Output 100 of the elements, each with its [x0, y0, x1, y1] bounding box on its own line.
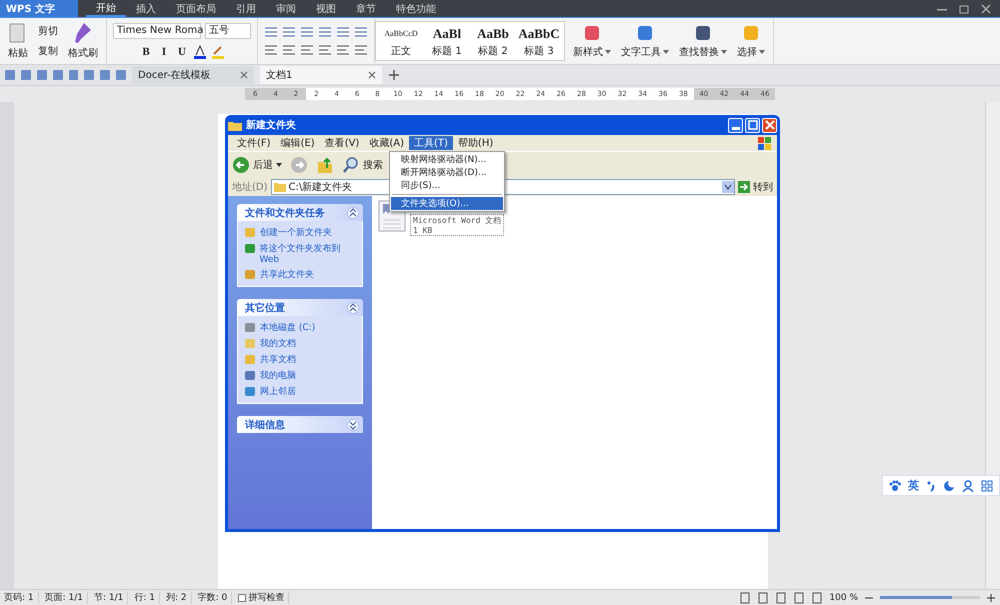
align-icon[interactable]: [264, 44, 278, 56]
close-button[interactable]: [762, 118, 777, 132]
document-tab[interactable]: 文档1: [260, 66, 382, 84]
toolbar-icon[interactable]: [83, 69, 94, 81]
align-icon[interactable]: [336, 44, 350, 56]
view-mode-icon[interactable]: [793, 592, 806, 604]
tool-button[interactable]: 选择: [735, 23, 767, 59]
task-link[interactable]: 我的电脑: [260, 369, 296, 382]
chevron-icon[interactable]: [347, 302, 359, 314]
maximize-button[interactable]: [745, 118, 760, 132]
menu-item[interactable]: 编辑(E): [276, 136, 320, 150]
app-menu-button[interactable]: WPS 文字: [0, 0, 78, 17]
ribbon-tab[interactable]: 视图: [306, 0, 346, 17]
task-link[interactable]: 将这个文件夹发布到Web: [260, 242, 356, 265]
zoom-in-icon[interactable]: [986, 592, 996, 602]
user-icon[interactable]: [962, 480, 974, 492]
menu-item[interactable]: 映射网络驱动器(N)...: [391, 153, 503, 166]
toolbar-icon[interactable]: [99, 69, 110, 81]
file-label[interactable]: Microsoft Word 文档 1 KB: [410, 214, 504, 236]
ribbon-tab[interactable]: 章节: [346, 0, 386, 17]
menu-item[interactable]: 文件(F): [232, 136, 276, 150]
ribbon-tab[interactable]: 引用: [226, 0, 266, 17]
back-button[interactable]: 后退: [232, 156, 282, 174]
menu-item[interactable]: 收藏(A): [364, 136, 409, 150]
menu-item[interactable]: 帮助(H): [452, 136, 498, 150]
spell-check-checkbox[interactable]: 拼写检查: [238, 591, 290, 604]
tool-button[interactable]: 文字工具: [619, 23, 671, 59]
align-icon[interactable]: [318, 44, 332, 56]
task-link[interactable]: 网上邻居: [260, 385, 296, 398]
menu-item[interactable]: 断开网络驱动器(D)...: [391, 166, 503, 179]
font-name-field[interactable]: Times New Roma: [113, 23, 201, 39]
menu-item[interactable]: 查看(V): [320, 136, 364, 150]
menu-item[interactable]: 文件夹选项(O)...: [391, 197, 503, 210]
search-button[interactable]: 搜索: [342, 156, 383, 174]
menu-item[interactable]: 工具(T): [409, 136, 453, 150]
view-mode-icon[interactable]: [775, 592, 788, 604]
toolbar-icon[interactable]: [115, 69, 126, 81]
toolbar-icon[interactable]: [4, 69, 15, 81]
close-icon[interactable]: [368, 71, 376, 79]
toolbar-icon[interactable]: [20, 69, 31, 81]
close-icon[interactable]: [980, 2, 992, 14]
view-mode-icon[interactable]: [739, 592, 752, 604]
task-link[interactable]: 共享文档: [260, 353, 296, 366]
punctuation-icon[interactable]: [926, 480, 936, 492]
view-mode-icon[interactable]: [757, 592, 770, 604]
restore-icon[interactable]: [958, 2, 970, 14]
toolbar-icon[interactable]: [68, 69, 78, 81]
language-indicator[interactable]: 英: [908, 478, 919, 493]
list-icon[interactable]: [300, 26, 314, 38]
list-icon[interactable]: [318, 26, 332, 38]
menu-item[interactable]: 同步(S)...: [391, 179, 503, 192]
ribbon-tab[interactable]: 插入: [126, 0, 166, 17]
style-preset[interactable]: AaBb 标题 2: [470, 24, 516, 58]
style-preset[interactable]: AaBbCcD 正文: [378, 24, 424, 58]
paw-icon[interactable]: [889, 480, 901, 492]
chevron-icon[interactable]: [347, 418, 359, 430]
align-icon[interactable]: [282, 44, 296, 56]
list-icon[interactable]: [264, 26, 278, 38]
close-icon[interactable]: [240, 71, 248, 79]
task-link[interactable]: 创建一个新文件夹: [260, 226, 332, 239]
panel-header[interactable]: 详细信息: [237, 416, 363, 433]
ribbon-tab[interactable]: 特色功能: [386, 0, 446, 17]
minimize-button[interactable]: [728, 118, 743, 132]
view-mode-icon[interactable]: [811, 592, 824, 604]
format-button[interactable]: U: [175, 46, 189, 58]
panel-header[interactable]: 文件和文件夹任务: [237, 204, 363, 221]
moon-icon[interactable]: [943, 480, 955, 492]
align-icon[interactable]: [300, 44, 314, 56]
zoom-slider[interactable]: [880, 596, 980, 599]
tool-button[interactable]: 查找替换: [677, 23, 729, 59]
cut-button[interactable]: 剪切: [36, 24, 60, 38]
grid-icon[interactable]: [981, 480, 993, 492]
list-icon[interactable]: [354, 26, 368, 38]
style-preset[interactable]: AaBbC 标题 3: [516, 24, 562, 58]
chevron-icon[interactable]: [347, 206, 359, 218]
text-color-icon[interactable]: [193, 45, 207, 59]
align-icon[interactable]: [354, 44, 368, 56]
ribbon-tab[interactable]: 审阅: [266, 0, 306, 17]
task-link[interactable]: 共享此文件夹: [260, 268, 314, 281]
panel-header[interactable]: 其它位置: [237, 299, 363, 316]
ribbon-tab[interactable]: 页面布局: [166, 0, 226, 17]
toolbar-icon[interactable]: [52, 69, 62, 81]
list-icon[interactable]: [336, 26, 350, 38]
font-size-field[interactable]: 五号: [205, 23, 251, 39]
tool-button[interactable]: 新样式: [571, 23, 613, 59]
document-tab[interactable]: Docer-在线模板: [132, 66, 254, 84]
format-button[interactable]: I: [157, 46, 171, 58]
paste-button[interactable]: 粘贴: [6, 22, 30, 60]
task-link[interactable]: 本地磁盘 (C:): [260, 321, 316, 334]
up-folder-icon[interactable]: [316, 156, 334, 174]
add-tab-icon[interactable]: [388, 69, 400, 81]
copy-button[interactable]: 复制: [36, 44, 60, 58]
format-button[interactable]: B: [139, 46, 153, 58]
list-icon[interactable]: [282, 26, 296, 38]
toolbar-icon[interactable]: [36, 69, 47, 81]
format-painter-button[interactable]: 格式刷: [66, 22, 100, 60]
scrollbar[interactable]: [985, 102, 1000, 589]
task-link[interactable]: 我的文档: [260, 337, 296, 350]
style-preset[interactable]: AaBl 标题 1: [424, 24, 470, 58]
go-button[interactable]: 转到: [738, 180, 773, 194]
